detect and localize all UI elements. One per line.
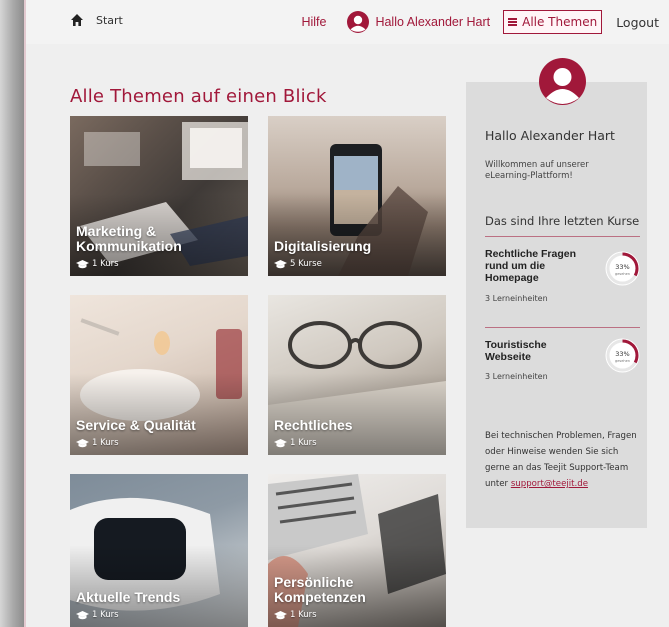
recent-course-units: 3 Lerneinheiten: [485, 372, 548, 381]
graduation-cap-icon: [274, 610, 287, 619]
course-count-label: 1 Kurs: [290, 610, 317, 620]
user-greeting[interactable]: Hallo Alexander Hart: [375, 15, 490, 29]
all-themes-button[interactable]: Alle Themen: [503, 10, 603, 34]
page-title: Alle Themen auf einen Blick: [70, 86, 327, 107]
sidebar-greeting: Hallo Alexander Hart: [485, 128, 615, 143]
user-avatar-icon: [347, 11, 370, 33]
sidebar: Hallo Alexander Hart Willkommen auf unse…: [466, 58, 647, 528]
graduation-cap-icon: [76, 259, 89, 268]
welcome-text: Willkommen auf unserer eLearning-Plattfo…: [485, 160, 589, 181]
progress-label: 33%: [615, 350, 629, 358]
recent-course-title[interactable]: Touristische Webseite: [485, 339, 585, 363]
topic-tile-digitalisierung[interactable]: Digitalisierung 5 Kurse: [268, 116, 446, 276]
support-text: Bei technischen Problemen, Fragen oder H…: [485, 428, 643, 492]
breadcrumb-start[interactable]: Start: [96, 14, 123, 27]
course-count: 1 Kurs: [76, 259, 119, 269]
topic-title: Persönliche Kompetenzen: [274, 574, 366, 605]
course-count: 1 Kurs: [76, 610, 119, 620]
recent-courses-heading: Das sind Ihre letzten Kurse: [485, 214, 640, 228]
main-nav: Hilfe Hallo Alexander Hart Alle Themen L…: [301, 9, 669, 35]
support-email-link[interactable]: support@teejit.de: [511, 479, 588, 489]
home-icon[interactable]: [70, 13, 84, 27]
graduation-cap-icon: [274, 438, 287, 447]
course-count: 1 Kurs: [76, 438, 119, 448]
progress-ring: 33% gesehen: [605, 338, 640, 373]
menu-icon: [508, 18, 518, 26]
divider: [485, 327, 640, 328]
recent-course-units: 3 Lerneinheiten: [485, 294, 548, 303]
topic-tile-rechtliches[interactable]: Rechtliches 1 Kurs: [268, 295, 446, 455]
course-count: 1 Kurs: [274, 610, 317, 620]
recent-course-title[interactable]: Rechtliche Fragen rund um die Homepage: [485, 248, 585, 284]
user-menu[interactable]: Hallo Alexander Hart: [347, 11, 490, 33]
graduation-cap-icon: [76, 610, 89, 619]
topic-title: Aktuelle Trends: [76, 589, 181, 605]
progress-sub-label: gesehen: [615, 272, 630, 276]
course-count-label: 5 Kurse: [290, 259, 322, 269]
graduation-cap-icon: [274, 259, 287, 268]
progress-label: 33%: [615, 263, 629, 271]
course-count-label: 1 Kurs: [290, 438, 317, 448]
topic-title: Service & Qualität: [76, 417, 196, 433]
topic-title: Digitalisierung: [274, 238, 372, 254]
profile-avatar-icon[interactable]: [539, 58, 586, 105]
progress-sub-label: gesehen: [615, 359, 630, 363]
help-link[interactable]: Hilfe: [301, 15, 326, 29]
graduation-cap-icon: [76, 438, 89, 447]
window-edge: [0, 0, 24, 627]
divider: [485, 236, 640, 237]
breadcrumb: Start: [70, 13, 123, 27]
progress-ring: 33% gesehen: [605, 251, 640, 286]
topic-title: Marketing & Kommunikation: [76, 223, 182, 254]
course-count: 1 Kurs: [274, 438, 317, 448]
topic-title: Rechtliches: [274, 417, 353, 433]
topic-tile-trends[interactable]: Aktuelle Trends 1 Kurs: [70, 474, 248, 627]
logout-link[interactable]: Logout: [616, 15, 659, 30]
top-navigation: Start Hilfe Hallo Alexander Hart Alle Th…: [26, 0, 669, 44]
course-count: 5 Kurse: [274, 259, 322, 269]
course-count-label: 1 Kurs: [92, 438, 119, 448]
course-count-label: 1 Kurs: [92, 259, 119, 269]
topic-tile-marketing[interactable]: Marketing & Kommunikation 1 Kurs: [70, 116, 248, 276]
topic-tile-kompetenzen[interactable]: Persönliche Kompetenzen 1 Kurs: [268, 474, 446, 627]
all-themes-label: Alle Themen: [522, 15, 598, 29]
topic-tile-service[interactable]: Service & Qualität 1 Kurs: [70, 295, 248, 455]
course-count-label: 1 Kurs: [92, 610, 119, 620]
page: Start Hilfe Hallo Alexander Hart Alle Th…: [24, 0, 669, 627]
